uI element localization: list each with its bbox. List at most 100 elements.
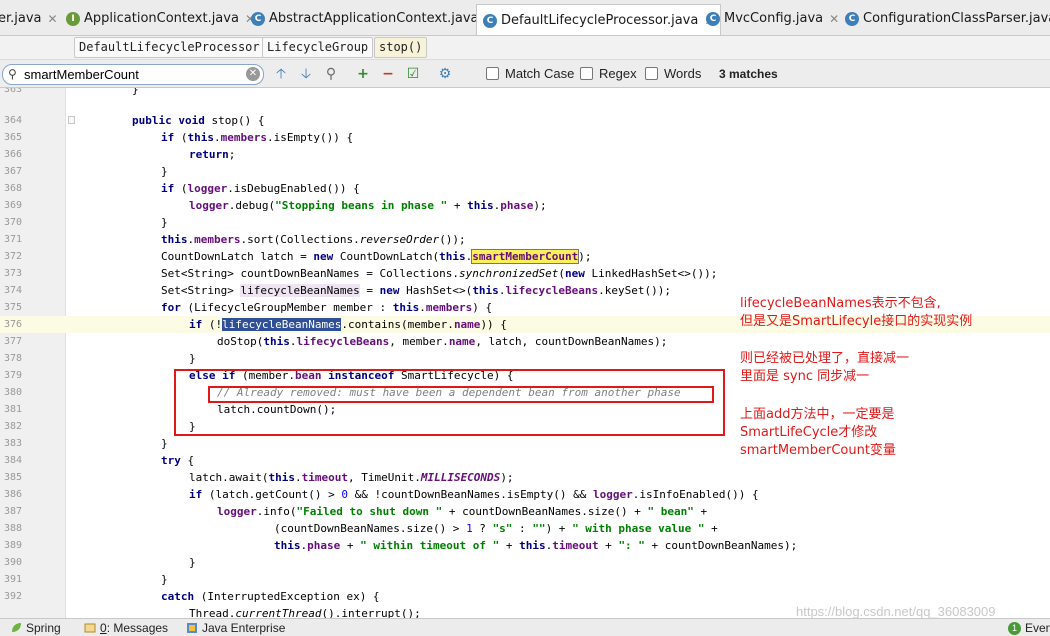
regex-label: Regex	[599, 66, 637, 81]
fold-marker-icon[interactable]	[68, 116, 75, 124]
note-text: 上面add方法中，一定要是	[740, 407, 895, 422]
tab-er-java[interactable]: er.java ✕	[0, 6, 58, 31]
search-box: ⚲ ✕	[2, 64, 264, 85]
line-number: 366	[4, 149, 23, 160]
line-number: 371	[4, 234, 23, 245]
words-checkbox[interactable]: Words	[645, 66, 701, 81]
code-line[interactable]: 386 if (latch.getCount() > 0 && !countDow…	[0, 486, 1050, 503]
code-line[interactable]: 369 logger.debug("Stopping beans in phase…	[0, 197, 1050, 214]
line-number: 378	[4, 353, 23, 364]
messages-tool-window-button[interactable]: 0: Messages	[84, 621, 168, 635]
code-line[interactable]: 385 latch.await(this.timeout, TimeUnit.MI…	[0, 469, 1050, 486]
match-case-label: Match Case	[505, 66, 575, 81]
java-enterprise-icon	[187, 623, 197, 633]
code-line[interactable]: 389 this.phase + " within timeout of " + …	[0, 537, 1050, 554]
add-selection-icon[interactable]: +	[354, 65, 372, 83]
close-icon[interactable]: ✕	[829, 12, 839, 26]
checkbox-box[interactable]	[580, 67, 593, 80]
tab-label: er.java	[0, 11, 42, 26]
search-match: smartMemberCount	[471, 249, 580, 264]
line-number: 385	[4, 472, 23, 483]
line-number: 373	[4, 268, 23, 279]
code-line[interactable]: 371 this.members.sort(Collections.reverse…	[0, 231, 1050, 248]
code-line[interactable]: 366 return;	[0, 146, 1050, 163]
match-case-checkbox[interactable]: Match Case	[486, 66, 574, 81]
code-line[interactable]: 365 if (this.members.isEmpty()) {	[0, 129, 1050, 146]
line-number: 391	[4, 574, 23, 585]
code-line[interactable]: 373 Set<String> countDownBeanNames = Coll…	[0, 265, 1050, 282]
match-count: 3 matches	[719, 67, 778, 81]
spring-tool-window-button[interactable]: Spring	[10, 621, 61, 635]
line-number: 368	[4, 183, 23, 194]
checkbox-box[interactable]	[486, 67, 499, 80]
code-line[interactable]: 391}	[0, 571, 1050, 588]
spring-leaf-icon	[12, 623, 21, 632]
breadcrumb-item-class[interactable]: DefaultLifecycleProcessor	[74, 37, 265, 58]
line-number: 375	[4, 302, 23, 313]
line-number: 386	[4, 489, 23, 500]
line-number: 372	[4, 251, 23, 262]
line-number: 392	[4, 591, 23, 602]
line-number: 377	[4, 336, 23, 347]
event-log-button[interactable]: 1 Even	[1008, 621, 1050, 635]
select-all-occurrences-icon[interactable]: ☑	[404, 65, 422, 83]
regex-checkbox[interactable]: Regex	[580, 66, 637, 81]
next-occurrence-icon[interactable]: 🡣	[297, 65, 315, 83]
code-line[interactable]: 387 logger.info("Failed to shut down " + …	[0, 503, 1050, 520]
line-number: 369	[4, 200, 23, 211]
tab-mvc-config[interactable]: C MvcConfig.java ✕	[706, 6, 839, 31]
tab-abstract-application-context[interactable]: C AbstractApplicationContext.java ✕	[251, 6, 495, 31]
annotation-box-comment	[208, 386, 714, 403]
breadcrumb: DefaultLifecycleProcessor LifecycleGroup…	[0, 36, 1050, 60]
messages-shortcut: 0	[100, 621, 107, 635]
code-line[interactable]: 372 CountDownLatch latch = new CountDownL…	[0, 248, 1050, 265]
code-line[interactable]: 377 doStop(this.lifecycleBeans, member.na…	[0, 333, 1050, 350]
java-enterprise-tool-window-button[interactable]: Java Enterprise	[186, 621, 285, 635]
code-line[interactable]: 370}	[0, 214, 1050, 231]
search-icon[interactable]: ⚲	[8, 67, 17, 81]
breadcrumb-item-method[interactable]: stop()	[374, 37, 428, 58]
line-number: 364	[4, 115, 23, 126]
breadcrumb-item-inner-class[interactable]: LifecycleGroup	[262, 37, 374, 58]
note-text: 则已经被已处理了，直接减一	[740, 351, 910, 366]
line-number: 389	[4, 540, 23, 551]
remove-selection-icon[interactable]: −	[379, 65, 397, 83]
tab-label: AbstractApplicationContext.java	[269, 11, 479, 26]
code-editor[interactable]: 363} 364 public void stop() { 365 if (this…	[0, 88, 1050, 618]
tab-configuration-class-parser[interactable]: C ConfigurationClassParser.java ✕	[845, 6, 1050, 31]
line-number: 381	[4, 404, 23, 415]
note-text: lifecycleBeanNames表示不包含,	[740, 296, 941, 311]
tab-application-context[interactable]: I ApplicationContext.java ✕	[66, 6, 255, 31]
close-icon[interactable]: ✕	[48, 12, 58, 26]
line-number: 390	[4, 557, 23, 568]
code-line[interactable]: 367}	[0, 163, 1050, 180]
editor-tab-bar: er.java ✕ I ApplicationContext.java ✕ C …	[0, 0, 1050, 36]
code-line[interactable]: 368 if (logger.isDebugEnabled()) {	[0, 180, 1050, 197]
code-line[interactable]: 392 catch (InterruptedException ex) {	[0, 588, 1050, 605]
search-input[interactable]	[24, 65, 234, 84]
note-text: SmartLifeCycle才修改	[740, 425, 878, 440]
line-number: 388	[4, 523, 23, 534]
tab-label: MvcConfig.java	[724, 11, 824, 26]
annotation-note-1: lifecycleBeanNames表示不包含, 但是又是SmartLifecy…	[740, 295, 972, 331]
clear-icon[interactable]: ✕	[246, 67, 260, 81]
tab-label: ApplicationContext.java	[84, 11, 239, 26]
previous-occurrence-icon[interactable]: 🡡	[272, 65, 290, 83]
tab-label: ConfigurationClassParser.java	[863, 11, 1050, 26]
code-line[interactable]: 388 (countDownBeanNames.size() > 1 ? "s" …	[0, 520, 1050, 537]
line-number: 382	[4, 421, 23, 432]
class-icon: C	[483, 13, 497, 28]
code-line[interactable]: 364 public void stop() {	[0, 112, 1050, 129]
checkbox-box[interactable]	[645, 67, 658, 80]
line-number: 367	[4, 166, 23, 177]
find-all-icon[interactable]: ⚲	[322, 65, 340, 83]
code-line[interactable]: 390}	[0, 554, 1050, 571]
line-number: 379	[4, 370, 23, 381]
class-icon: C	[251, 11, 265, 26]
settings-gear-icon[interactable]: ⚙	[436, 65, 454, 83]
line-number: 374	[4, 285, 23, 296]
line-number: 384	[4, 455, 23, 466]
annotation-note-3: 上面add方法中，一定要是 SmartLifeCycle才修改 smartMem…	[740, 406, 896, 460]
tab-default-lifecycle-processor[interactable]: C DefaultLifecycleProcessor.java ✕	[476, 4, 722, 35]
code-line[interactable]: 363}	[0, 88, 1050, 98]
